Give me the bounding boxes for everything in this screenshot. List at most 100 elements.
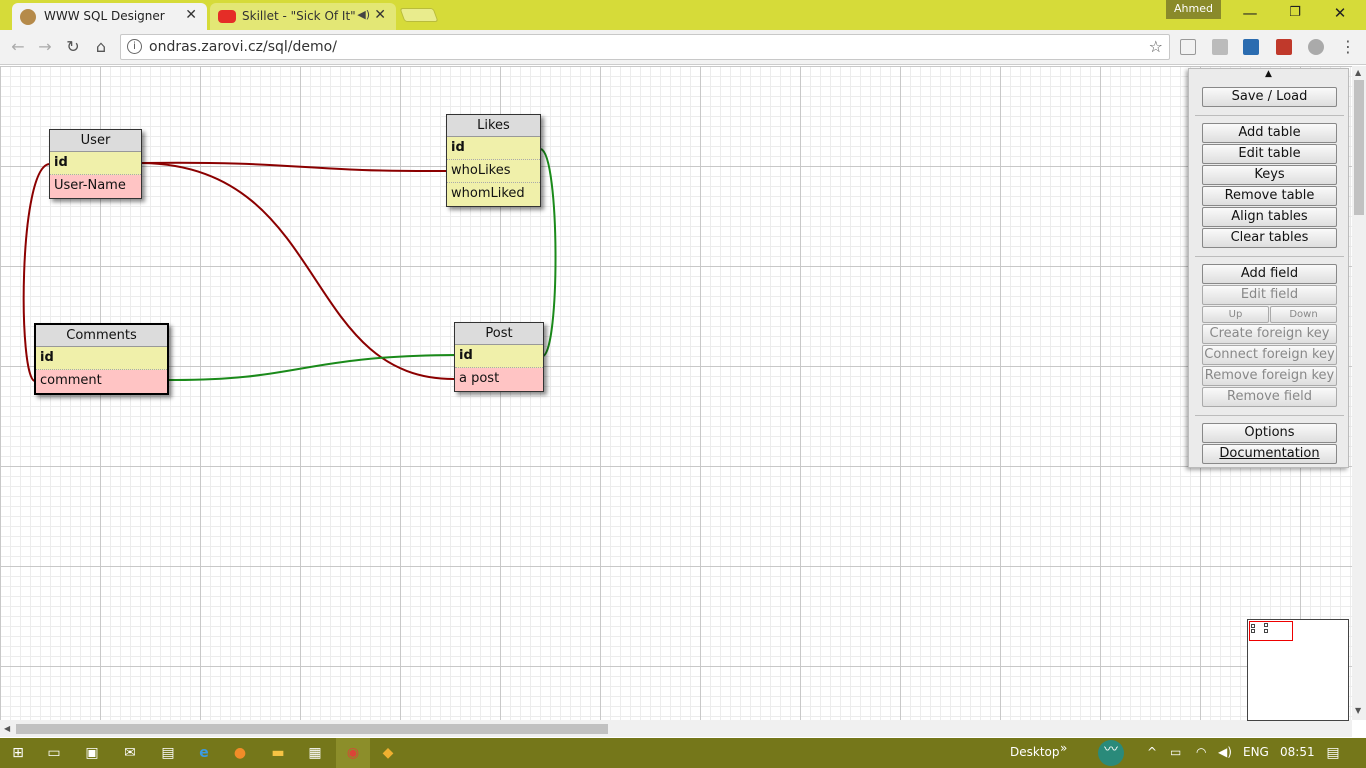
reload-icon[interactable]: ↻ — [61, 35, 85, 59]
edit-field-button[interactable]: Edit field — [1202, 285, 1337, 305]
scroll-down-arrow-icon[interactable]: ▼ — [1355, 706, 1361, 715]
chevron-right-icon[interactable]: » — [1060, 741, 1067, 755]
documentation-link[interactable]: Documentation — [1202, 444, 1337, 464]
remove-field-button[interactable]: Remove field — [1202, 387, 1337, 407]
field-row[interactable]: id — [50, 152, 141, 175]
options-button[interactable]: Options — [1202, 423, 1337, 443]
notifications-icon[interactable]: ▤ — [1323, 743, 1343, 763]
forward-arrow-icon[interactable]: → — [33, 35, 57, 59]
table-comments[interactable]: Comments id comment — [34, 323, 169, 395]
horizontal-scrollbar[interactable]: ◀ — [0, 720, 1352, 737]
clear-tables-button[interactable]: Clear tables — [1202, 228, 1337, 248]
close-window-icon[interactable]: ✕ — [1317, 0, 1363, 28]
store-icon[interactable]: ▣ — [82, 743, 102, 763]
home-icon[interactable]: ⌂ — [89, 35, 113, 59]
move-up-button[interactable]: Up — [1202, 306, 1269, 323]
add-table-button[interactable]: Add table — [1202, 123, 1337, 143]
tab-www-sql-designer[interactable]: WWW SQL Designer ✕ — [12, 3, 207, 30]
git-icon[interactable]: ◆ — [378, 743, 398, 763]
table-post[interactable]: Post id a post — [454, 322, 544, 392]
field-row[interactable]: whoLikes — [447, 160, 540, 183]
profile-badge[interactable]: Ahmed — [1166, 0, 1221, 19]
minimap-table — [1264, 629, 1268, 633]
remove-foreign-key-button[interactable]: Remove foreign key — [1202, 366, 1337, 386]
align-tables-button[interactable]: Align tables — [1202, 207, 1337, 227]
minimap[interactable] — [1247, 619, 1349, 721]
table-user[interactable]: User id User-Name — [49, 129, 142, 199]
speaker-icon[interactable]: ◀) — [357, 8, 370, 21]
minimap-table — [1264, 623, 1268, 627]
browser-toolbar: ← → ↻ ⌂ i ondras.zarovi.cz/sql/demo/ ☆ ⋮ — [0, 30, 1366, 65]
designer-canvas[interactable]: User id User-Name Likes id whoLikes whom… — [0, 66, 1352, 720]
table-likes[interactable]: Likes id whoLikes whomLiked — [446, 114, 541, 207]
keys-button[interactable]: Keys — [1202, 165, 1337, 185]
minimize-icon[interactable]: — — [1227, 0, 1273, 28]
edit-table-button[interactable]: Edit table — [1202, 144, 1337, 164]
create-foreign-key-button[interactable]: Create foreign key — [1202, 324, 1337, 344]
chevron-up-icon[interactable]: ^ — [1147, 745, 1157, 759]
file-explorer-icon[interactable]: ▬ — [268, 743, 288, 763]
vertical-scroll-thumb[interactable] — [1354, 80, 1364, 215]
close-tab-icon[interactable]: ✕ — [185, 7, 197, 23]
volume-icon[interactable]: ◀) — [1218, 745, 1232, 759]
desktop-toolbar-label[interactable]: Desktop — [1010, 745, 1060, 759]
firefox-icon[interactable]: ● — [230, 743, 250, 763]
activity-monitor-icon[interactable]: 〰 — [1098, 740, 1124, 766]
table-title[interactable]: Likes — [447, 115, 540, 137]
windows-start-icon[interactable]: ⊞ — [8, 743, 28, 763]
minimap-table — [1251, 624, 1255, 628]
info-icon[interactable]: i — [127, 39, 142, 54]
extension-icon[interactable] — [1308, 39, 1324, 55]
control-panel: ▲ Save / Load Add table Edit table Keys … — [1188, 68, 1349, 468]
extension-icon[interactable] — [1243, 39, 1259, 55]
remove-table-button[interactable]: Remove table — [1202, 186, 1337, 206]
bookmark-star-icon[interactable]: ☆ — [1149, 37, 1163, 56]
field-row[interactable]: whomLiked — [447, 183, 540, 206]
vertical-scrollbar[interactable]: ▲ ▼ — [1352, 66, 1366, 720]
table-title[interactable]: Comments — [36, 325, 167, 347]
tab-youtube-skillet[interactable]: Skillet - "Sick Of It" Of ◀) ✕ — [210, 3, 396, 30]
relation-lines — [22, 148, 557, 382]
relation-line — [167, 354, 456, 382]
url-text[interactable]: ondras.zarovi.cz/sql/demo/ — [149, 39, 337, 55]
language-indicator[interactable]: ENG — [1243, 745, 1269, 759]
app-icon[interactable]: ▤ — [158, 743, 178, 763]
new-tab-button[interactable] — [399, 8, 439, 22]
field-row[interactable]: id — [447, 137, 540, 160]
back-arrow-icon[interactable]: ← — [6, 35, 30, 59]
scroll-left-arrow-icon[interactable]: ◀ — [4, 724, 10, 733]
mail-icon[interactable]: ✉ — [120, 743, 140, 763]
collapse-arrow-icon[interactable]: ▲ — [1265, 69, 1272, 79]
app-icon[interactable]: ▦ — [305, 743, 325, 763]
menu-dots-icon[interactable]: ⋮ — [1336, 35, 1360, 59]
address-bar[interactable]: i ondras.zarovi.cz/sql/demo/ ☆ — [120, 34, 1170, 60]
field-row[interactable]: id — [455, 345, 543, 368]
add-field-button[interactable]: Add field — [1202, 264, 1337, 284]
table-title[interactable]: User — [50, 130, 141, 152]
tab-title: Skillet - "Sick Of It" Of — [242, 9, 360, 23]
minimap-viewport[interactable] — [1249, 621, 1293, 641]
field-row[interactable]: comment — [36, 370, 167, 393]
clock[interactable]: 08:51 — [1280, 745, 1315, 759]
table-title[interactable]: Post — [455, 323, 543, 345]
field-row[interactable]: User-Name — [50, 175, 141, 198]
edge-browser-icon[interactable]: e — [194, 743, 214, 763]
scroll-up-arrow-icon[interactable]: ▲ — [1355, 68, 1361, 77]
field-row[interactable]: a post — [455, 368, 543, 391]
divider — [1195, 256, 1344, 257]
extension-icon[interactable] — [1212, 39, 1228, 55]
save-load-button[interactable]: Save / Load — [1202, 87, 1337, 107]
chrome-icon[interactable]: ◉ — [336, 738, 370, 768]
extension-icon[interactable] — [1180, 39, 1196, 55]
connect-foreign-key-button[interactable]: Connect foreign key — [1202, 345, 1337, 365]
pdf-extension-icon[interactable] — [1276, 39, 1292, 55]
battery-icon[interactable]: ▭ — [1170, 745, 1181, 759]
field-row[interactable]: id — [36, 347, 167, 370]
restore-icon[interactable]: ❐ — [1272, 0, 1318, 28]
horizontal-scroll-thumb[interactable] — [16, 724, 608, 734]
minimap-table — [1251, 629, 1255, 633]
task-view-icon[interactable]: ▭ — [44, 743, 64, 763]
move-down-button[interactable]: Down — [1270, 306, 1337, 323]
wifi-icon[interactable]: ◠ — [1196, 745, 1206, 759]
close-tab-icon[interactable]: ✕ — [374, 7, 386, 23]
